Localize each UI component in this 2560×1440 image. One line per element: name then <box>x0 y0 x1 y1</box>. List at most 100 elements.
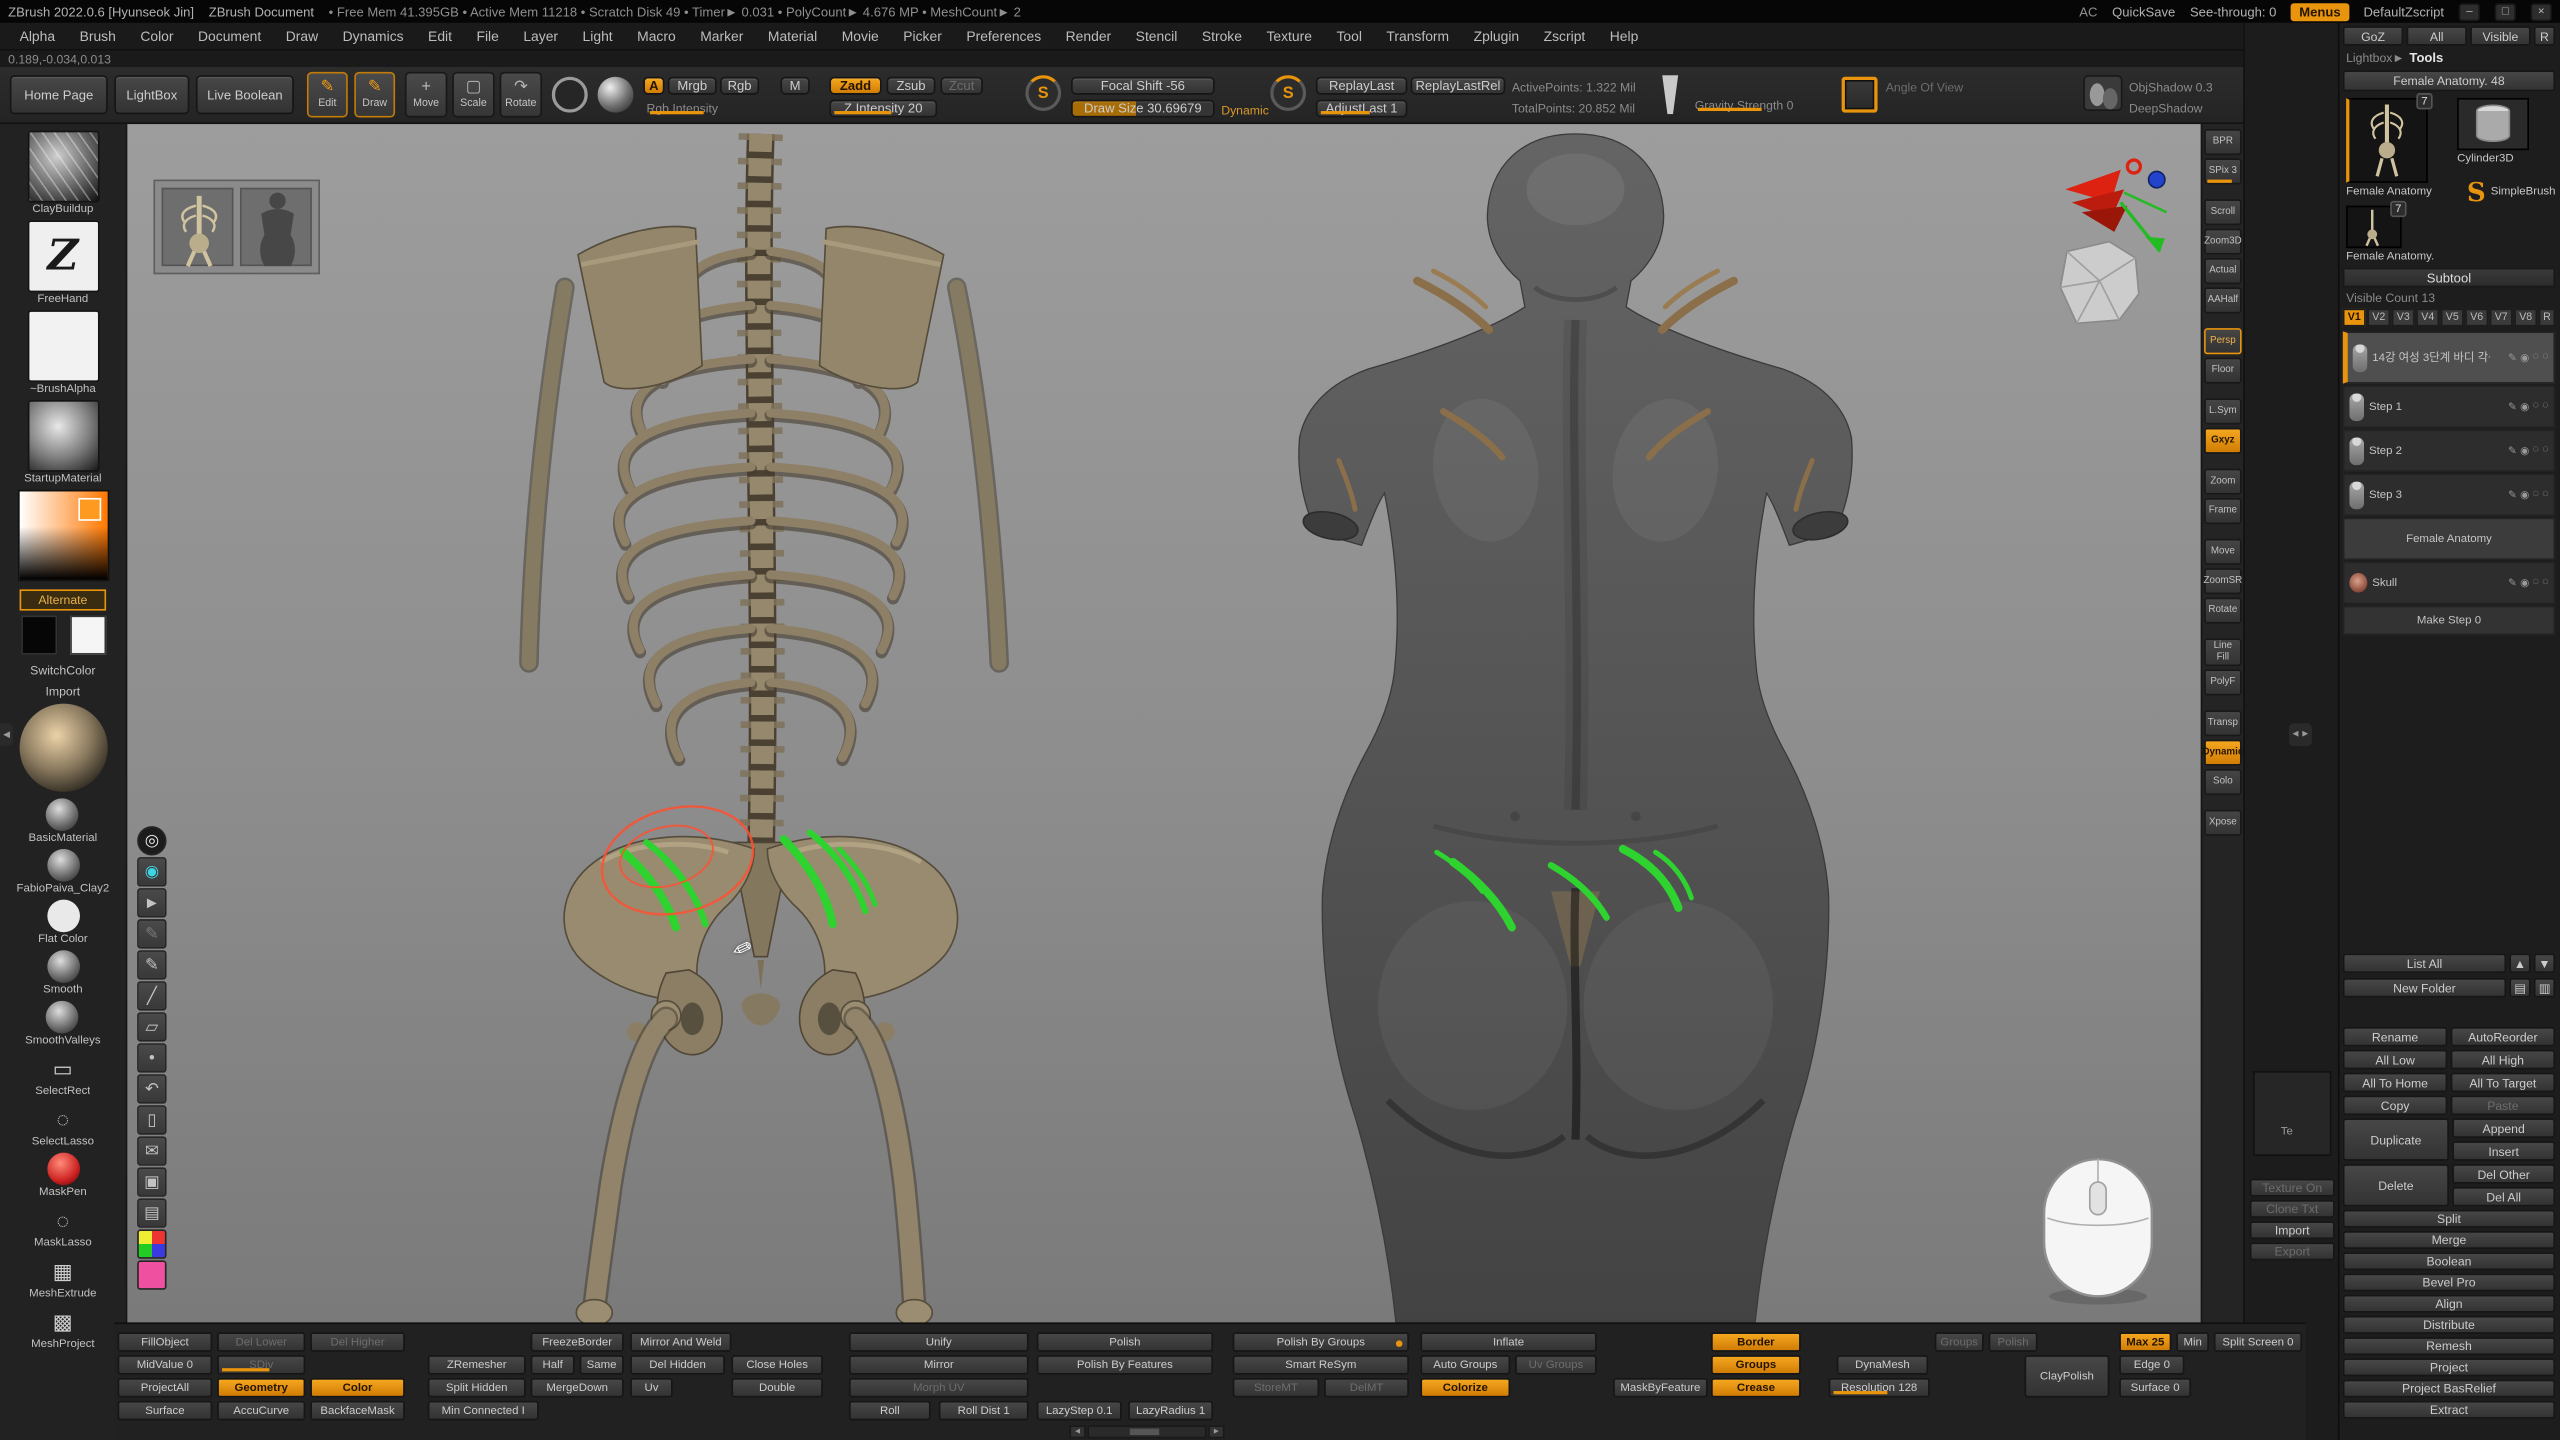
lightbox-button[interactable]: LightBox <box>114 75 189 114</box>
menu-item[interactable]: Render <box>1066 28 1112 44</box>
del-hidden-button[interactable]: Del Hidden <box>630 1355 725 1375</box>
zcut-button[interactable]: Zcut <box>940 77 982 95</box>
visibility-eye-icon[interactable]: ◉ <box>2520 444 2529 457</box>
render-button[interactable]: R <box>2534 26 2555 46</box>
subdiv-toggle-icon[interactable]: ◌ <box>2533 444 2539 457</box>
subdiv-toggle-icon[interactable]: ◌ <box>2542 488 2548 501</box>
min-connected-button[interactable]: Min Connected I <box>428 1401 539 1421</box>
visibility-eye-icon[interactable]: ◉ <box>2520 400 2529 413</box>
dynamic-button[interactable]: Dynamic <box>2204 740 2242 766</box>
subtool-item[interactable]: Female Anatomy ✎ ◉ ◌ ◌ <box>2343 518 2555 560</box>
midvalue-slider[interactable]: MidValue 0 <box>118 1355 213 1375</box>
zadd-button[interactable]: Zadd <box>829 77 881 95</box>
polish-by-groups-slider[interactable]: Polish By Groups <box>1233 1332 1409 1352</box>
brush-smoothvalleys[interactable]: SmoothValleys <box>25 1001 100 1047</box>
subtool-action-button[interactable]: Align <box>2343 1295 2555 1313</box>
color-picker[interactable] <box>17 490 108 583</box>
tool-thumb-simplebrush[interactable]: S SimpleBrush <box>2467 176 2556 207</box>
morph-uv-button[interactable]: Morph UV <box>849 1378 1029 1398</box>
see-through-slider[interactable]: See-through: 0 <box>2190 4 2276 19</box>
duplicate-button[interactable]: Duplicate <box>2343 1118 2449 1160</box>
maximize-button[interactable]: □ <box>2495 2 2516 20</box>
menu-item[interactable]: Stencil <box>1136 28 1178 44</box>
alpha-selector-icon[interactable] <box>598 77 634 113</box>
breadcrumb[interactable]: Lightbox► <box>2346 51 2404 66</box>
maskbyfeature-button[interactable]: MaskByFeature <box>1613 1378 1708 1398</box>
current-tool-button[interactable]: Female Anatomy. 48 <box>2343 70 2555 91</box>
delete-button[interactable]: Delete <box>2343 1164 2449 1206</box>
subtool-item[interactable]: Skull ✎ ◉ ◌ ◌ <box>2343 562 2555 604</box>
edit-mode-button[interactable]: ✎Edit <box>307 72 348 118</box>
subtool-tab[interactable]: R <box>2539 309 2555 327</box>
dynamic-label[interactable]: Dynamic <box>1221 103 1269 118</box>
menu-item[interactable]: Transform <box>1386 28 1449 44</box>
persp-button[interactable]: Persp <box>2204 328 2242 354</box>
unify-button[interactable]: Unify <box>849 1332 1029 1352</box>
menu-item[interactable]: Preferences <box>966 28 1041 44</box>
brush-selectrect[interactable]: ▭ SelectRect <box>35 1051 90 1097</box>
subtool-header[interactable]: Subtool <box>2343 268 2555 288</box>
menu-item[interactable]: Document <box>198 28 261 44</box>
visibility-eye-icon[interactable]: ◉ <box>2520 488 2529 501</box>
del-lower-button[interactable]: Del Lower <box>217 1332 305 1352</box>
menu-item[interactable]: Alpha <box>20 28 56 44</box>
scroll-button[interactable]: Scroll <box>2204 199 2242 225</box>
min-button[interactable]: Min <box>2176 1332 2209 1352</box>
zremesher-button[interactable]: ZRemesher <box>428 1355 526 1375</box>
rotate-mode-button[interactable]: ↷Rotate <box>500 72 542 118</box>
menu-item[interactable]: Movie <box>842 28 879 44</box>
adjust-last-slider[interactable]: AdjustLast 1 <box>1316 100 1407 118</box>
close-button[interactable]: × <box>2531 2 2552 20</box>
goz-visible-button[interactable]: Visible <box>2470 26 2530 46</box>
transp-button[interactable]: Transp <box>2204 710 2242 736</box>
menu-item[interactable]: Tool <box>1336 28 1361 44</box>
subtool-action-button[interactable]: Merge <box>2343 1231 2555 1249</box>
material-basic[interactable]: BasicMaterial <box>29 798 98 844</box>
nav-move-button[interactable]: Move <box>2204 539 2242 565</box>
subdiv-toggle-icon[interactable]: ◌ <box>2533 576 2539 589</box>
inflate-slider[interactable]: Inflate <box>1420 1332 1596 1352</box>
subdiv-toggle-icon[interactable]: ◌ <box>2542 576 2548 589</box>
clipboard-icon[interactable]: ▤ <box>137 1198 166 1227</box>
draw-size-knob-icon[interactable]: S <box>1270 75 1306 111</box>
menu-item[interactable]: Edit <box>428 28 452 44</box>
subtool-action-button[interactable]: Project BasRelief <box>2343 1380 2555 1398</box>
polypaint-icon[interactable]: ✎ <box>2508 444 2517 457</box>
solo-button[interactable]: Solo <box>2204 769 2242 795</box>
sdiv-slider[interactable]: SDiv <box>217 1355 305 1375</box>
dot-icon[interactable]: • <box>137 1043 166 1072</box>
gxyz-button[interactable]: Gxyz <box>2204 428 2242 454</box>
alpha-brushalpha[interactable]: ~BrushAlpha <box>27 310 99 395</box>
edge-slider[interactable]: Edge 0 <box>2119 1355 2184 1375</box>
menu-item[interactable]: Macro <box>637 28 676 44</box>
stroke-selector-icon[interactable] <box>552 77 588 113</box>
color-button[interactable]: Color <box>310 1378 405 1398</box>
subtool-item[interactable]: Step 3 ✎ ◉ ◌ ◌ <box>2343 473 2555 515</box>
scroll-handle[interactable] <box>1130 1429 1160 1436</box>
groups-dim-button[interactable]: Groups <box>1935 1332 1984 1352</box>
replay-last-rel-button[interactable]: ReplayLastRel <box>1411 77 1506 95</box>
shadow-icon[interactable] <box>2083 75 2122 111</box>
scroll-right-icon[interactable]: ► <box>1208 1425 1224 1438</box>
color-swatches[interactable] <box>20 616 105 657</box>
brush-meshproject[interactable]: ▩ MeshProject <box>31 1304 95 1350</box>
lsym-button[interactable]: L.Sym <box>2204 398 2242 424</box>
subtool-item[interactable]: Step 2 ✎ ◉ ◌ ◌ <box>2343 429 2555 471</box>
tool-thumb-female-anatomy-2[interactable]: 7 <box>2346 206 2402 248</box>
close-holes-button[interactable]: Close Holes <box>731 1355 822 1375</box>
material-flat-color[interactable]: Flat Color <box>38 900 88 946</box>
menu-item[interactable]: Zscript <box>1544 28 1586 44</box>
polyf-button[interactable]: PolyF <box>2204 669 2242 695</box>
menu-item[interactable]: Dynamics <box>343 28 404 44</box>
max-slider[interactable]: Max 25 <box>2119 1332 2171 1352</box>
visibility-eye-icon[interactable]: ◉ <box>2520 351 2529 364</box>
scroll-left-icon[interactable]: ◄ <box>1069 1425 1085 1438</box>
half-button[interactable]: Half <box>531 1355 575 1375</box>
new-folder-button[interactable]: New Folder <box>2343 978 2506 998</box>
floor-button[interactable]: Floor <box>2204 358 2242 384</box>
replay-last-button[interactable]: ReplayLast <box>1316 77 1407 95</box>
draw-size-slider[interactable]: Draw Size 30.69679 <box>1071 100 1215 118</box>
home-page-button[interactable]: Home Page <box>10 75 108 114</box>
lazystep-slider[interactable]: LazyStep 0.1 <box>1037 1401 1122 1421</box>
goz-all-button[interactable]: All <box>2407 26 2467 46</box>
